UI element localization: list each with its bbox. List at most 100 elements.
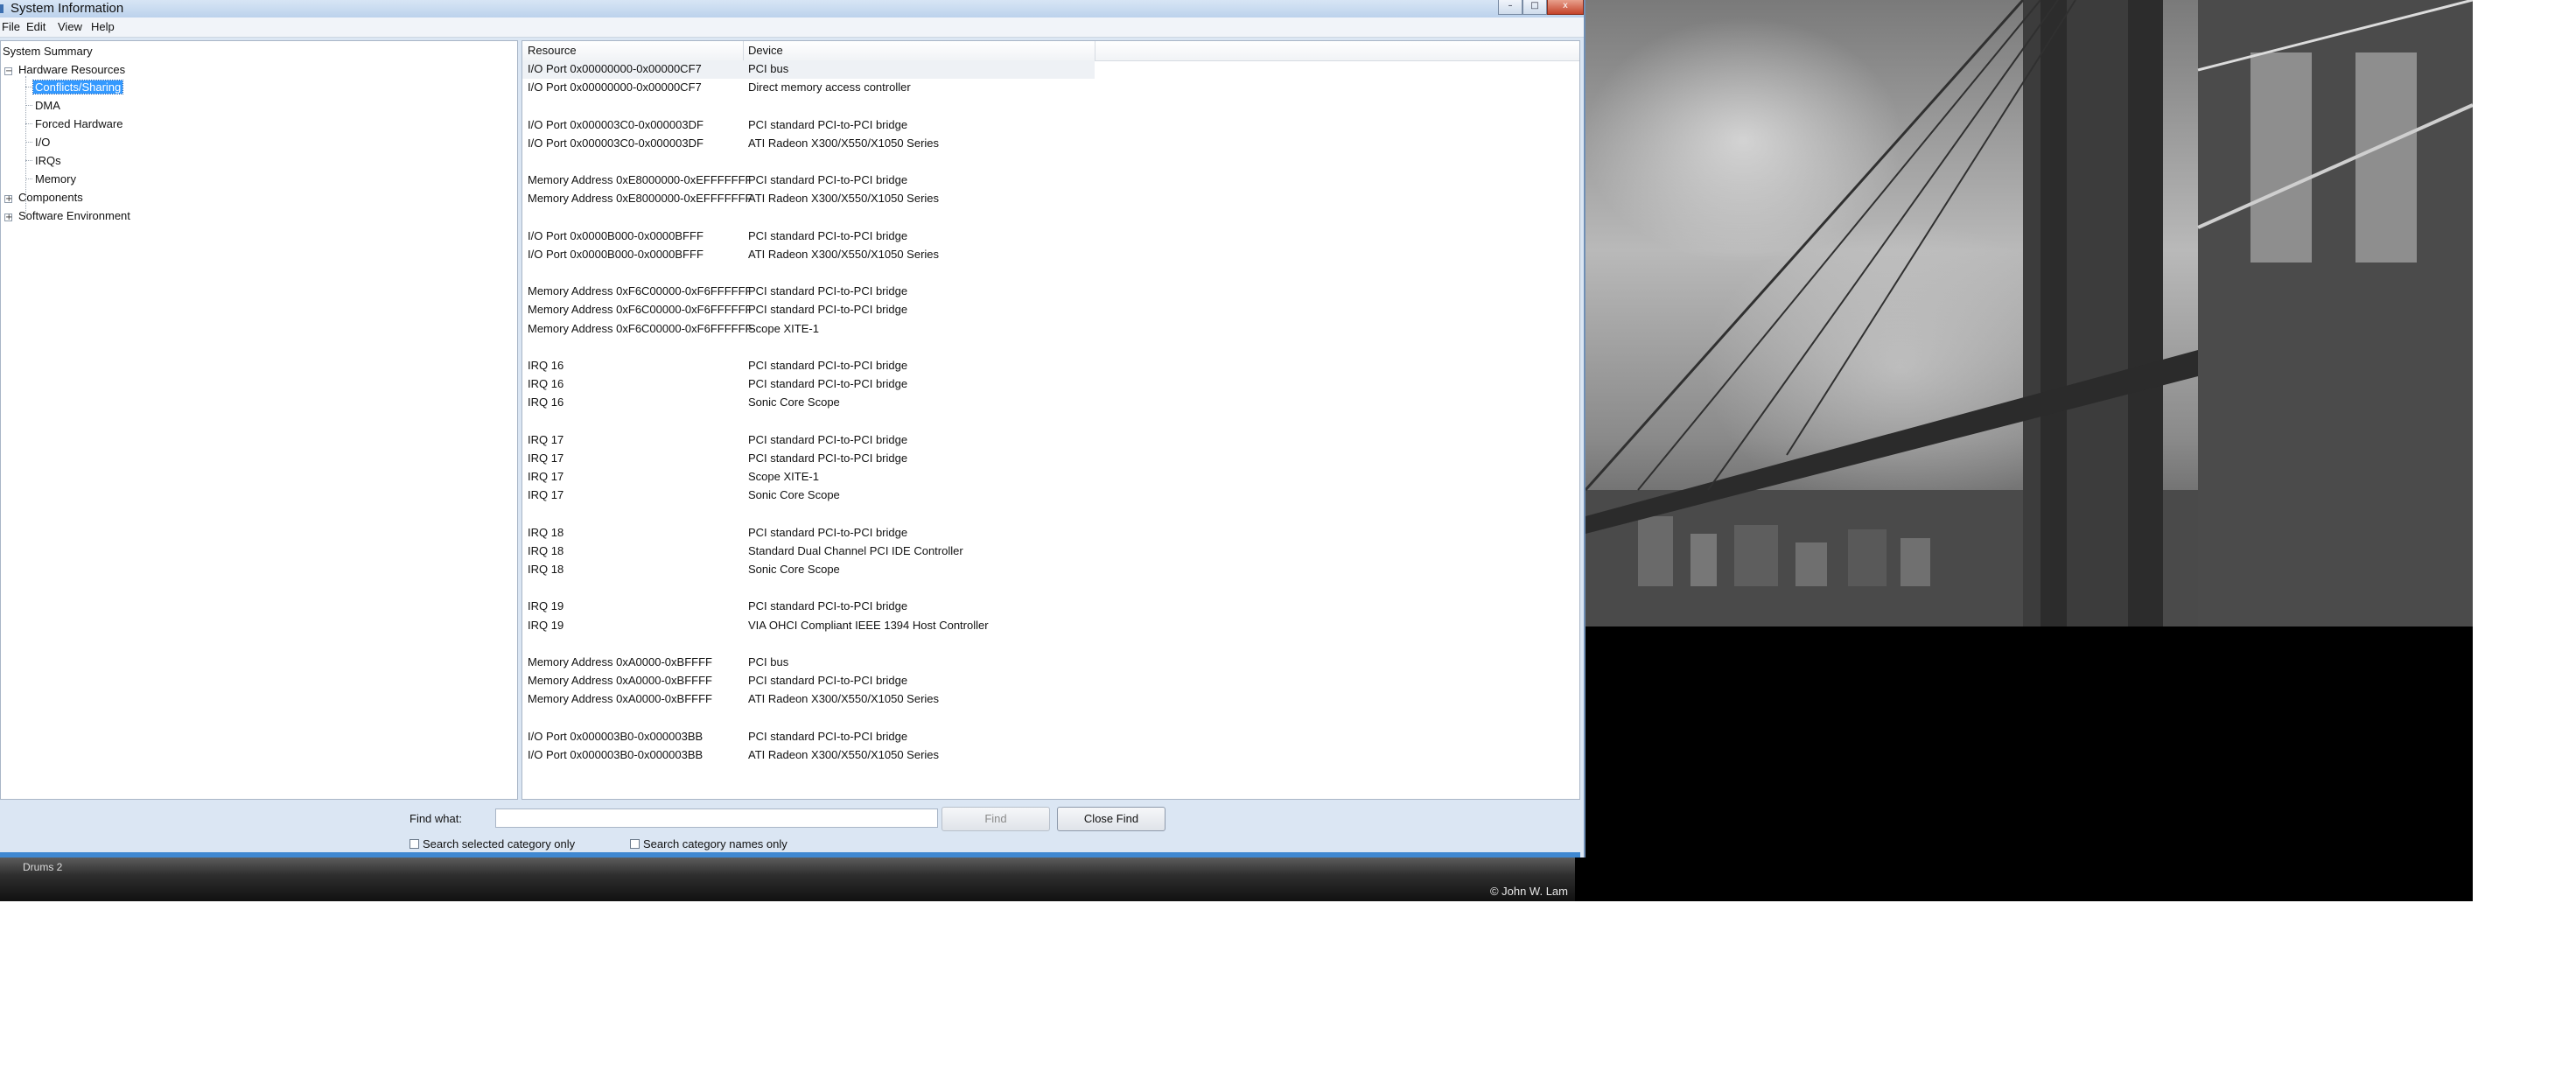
device-cell: ATI Radeon X300/X550/X1050 Series	[748, 192, 940, 206]
category-tree[interactable]: System Summary − Hardware Resources Conf…	[0, 40, 518, 800]
table-row[interactable]: IRQ 16 Sonic Core Scope	[522, 394, 1579, 412]
table-row[interactable]: IRQ 18 PCI standard PCI-to-PCI bridge	[522, 524, 1579, 542]
table-row[interactable]: IRQ 18 Standard Dual Channel PCI IDE Cont…	[522, 542, 1579, 561]
menu-bar: File Edit View Help	[0, 18, 1584, 38]
table-row[interactable]: IRQ 18 Sonic Core Scope	[522, 561, 1579, 579]
table-row[interactable]	[522, 264, 1579, 283]
menu-help[interactable]: Help	[91, 20, 115, 33]
app-icon	[0, 4, 4, 13]
device-cell: Sonic Core Scope	[748, 563, 840, 577]
resource-cell: Memory Address 0xE8000000-0xEFFFFFFF	[528, 192, 752, 206]
search-selected-category-checkbox[interactable]: Search selected category only	[410, 837, 575, 850]
table-row[interactable]: IRQ 16 PCI standard PCI-to-PCI bridge	[522, 357, 1579, 375]
resource-cell: Memory Address 0xF6C00000-0xF6FFFFFF	[528, 303, 752, 317]
minimize-button[interactable]: –	[1498, 0, 1522, 15]
find-input[interactable]	[495, 808, 938, 828]
table-row[interactable]: I/O Port 0x000003C0-0x000003DF PCI standa…	[522, 116, 1579, 135]
checkbox-icon[interactable]	[630, 839, 640, 849]
expand-icon[interactable]: +	[4, 195, 12, 204]
table-row[interactable]	[522, 97, 1579, 116]
table-row[interactable]	[522, 153, 1579, 172]
tree-connector	[25, 105, 32, 106]
menu-file[interactable]: File	[2, 20, 20, 33]
device-cell: PCI bus	[748, 655, 789, 668]
table-row[interactable]: IRQ 19 VIA OHCI Compliant IEEE 1394 Host …	[522, 617, 1579, 635]
table-row[interactable]: IRQ 19 PCI standard PCI-to-PCI bridge	[522, 598, 1579, 616]
expand-icon[interactable]: +	[4, 214, 12, 222]
table-row[interactable]: Memory Address 0xF6C00000-0xF6FFFFFF Scop…	[522, 320, 1579, 339]
tree-item-forced-hardware[interactable]: Forced Hardware	[35, 117, 122, 130]
table-row[interactable]: Memory Address 0xA0000-0xBFFFF PCI bus	[522, 654, 1579, 672]
tree-item-memory[interactable]: Memory	[35, 172, 76, 186]
tree-item-components[interactable]: Components	[18, 191, 83, 204]
find-label: Find what:	[410, 812, 462, 825]
device-cell: PCI standard PCI-to-PCI bridge	[748, 451, 908, 465]
window-controls: – □ x	[1498, 0, 1584, 15]
table-row[interactable]: I/O Port 0x000003C0-0x000003DF ATI Radeon…	[522, 135, 1579, 153]
device-cell: Sonic Core Scope	[748, 488, 840, 502]
table-row[interactable]	[522, 506, 1579, 524]
table-row[interactable]: IRQ 17 PCI standard PCI-to-PCI bridge	[522, 431, 1579, 450]
table-row[interactable]: I/O Port 0x0000B000-0x0000BFFF PCI standa…	[522, 228, 1579, 246]
resource-cell: IRQ 17	[528, 451, 564, 465]
table-row[interactable]: IRQ 17 Scope XITE-1	[522, 468, 1579, 486]
column-divider[interactable]	[1095, 41, 1096, 60]
table-row[interactable]: Memory Address 0xA0000-0xBFFFF PCI standa…	[522, 672, 1579, 690]
tree-item-dma[interactable]: DMA	[35, 99, 60, 112]
column-header-resource[interactable]: Resource	[528, 44, 577, 57]
tree-item-system-summary[interactable]: System Summary	[3, 45, 93, 58]
search-category-names-checkbox[interactable]: Search category names only	[630, 837, 788, 850]
table-row[interactable]: Memory Address 0xF6C00000-0xF6FFFFFF PCI …	[522, 301, 1579, 319]
table-row[interactable]	[522, 209, 1579, 228]
resource-cell: I/O Port 0x0000B000-0x0000BFFF	[528, 247, 704, 261]
tree-item-irqs[interactable]: IRQs	[35, 154, 61, 167]
device-cell: PCI standard PCI-to-PCI bridge	[748, 284, 908, 298]
resource-cell: IRQ 16	[528, 359, 564, 372]
table-row[interactable]: Memory Address 0xE8000000-0xEFFFFFFF ATI …	[522, 190, 1579, 208]
resource-cell: Memory Address 0xA0000-0xBFFFF	[528, 674, 712, 688]
column-divider[interactable]	[743, 41, 744, 60]
table-row[interactable]: IRQ 16 PCI standard PCI-to-PCI bridge	[522, 375, 1579, 394]
resource-cell: I/O Port 0x000003C0-0x000003DF	[528, 136, 704, 150]
title-bar[interactable]: System Information – □ x	[0, 0, 1584, 18]
device-cell: PCI standard PCI-to-PCI bridge	[748, 729, 908, 743]
table-row[interactable]	[522, 339, 1579, 357]
table-row[interactable]: I/O Port 0x000003B0-0x000003BB ATI Radeon…	[522, 746, 1579, 765]
table-row[interactable]: Memory Address 0xF6C00000-0xF6FFFFFF PCI …	[522, 283, 1579, 301]
close-find-button[interactable]: Close Find	[1057, 807, 1166, 831]
search-category-names-label: Search category names only	[643, 837, 788, 850]
tree-connector	[25, 123, 32, 124]
menu-edit[interactable]: Edit	[26, 20, 46, 33]
table-row[interactable]: I/O Port 0x000003B0-0x000003BB PCI standa…	[522, 728, 1579, 746]
find-button[interactable]: Find	[942, 807, 1050, 831]
device-cell: ATI Radeon X300/X550/X1050 Series	[748, 747, 940, 761]
desktop-wallpaper	[1586, 0, 2473, 626]
table-row[interactable]	[522, 413, 1579, 431]
resource-list[interactable]: Resource Device I/O Port 0x00000000-0x00…	[522, 40, 1580, 800]
table-row[interactable]: Memory Address 0xE8000000-0xEFFFFFFF PCI …	[522, 172, 1579, 190]
column-header-device[interactable]: Device	[748, 44, 783, 57]
device-cell: PCI standard PCI-to-PCI bridge	[748, 228, 908, 242]
checkbox-icon[interactable]	[410, 839, 419, 849]
table-row[interactable]: I/O Port 0x00000000-0x00000CF7 Direct mem…	[522, 79, 1579, 97]
device-cell: ATI Radeon X300/X550/X1050 Series	[748, 136, 940, 150]
tree-connector	[25, 178, 32, 179]
table-row[interactable]	[522, 635, 1579, 654]
table-row[interactable]	[522, 710, 1579, 728]
close-button[interactable]: x	[1547, 0, 1584, 15]
resource-cell: Memory Address 0xF6C00000-0xF6FFFFFF	[528, 284, 752, 298]
photo-credit: © John W. Lam	[1489, 885, 1568, 898]
collapse-icon[interactable]: −	[4, 67, 12, 76]
table-row[interactable]: IRQ 17 Sonic Core Scope	[522, 486, 1579, 505]
tree-item-io[interactable]: I/O	[35, 136, 50, 149]
tree-item-conflicts-sharing[interactable]: Conflicts/Sharing	[32, 80, 124, 94]
table-row[interactable]: I/O Port 0x0000B000-0x0000BFFF ATI Radeon…	[522, 246, 1579, 264]
menu-view[interactable]: View	[58, 20, 82, 33]
table-row[interactable]: IRQ 17 PCI standard PCI-to-PCI bridge	[522, 450, 1579, 468]
table-row[interactable]: I/O Port 0x00000000-0x00000CF7 PCI bus	[522, 60, 1095, 80]
tree-item-hardware-resources[interactable]: Hardware Resources	[18, 63, 125, 76]
table-row[interactable]	[522, 579, 1579, 598]
table-row[interactable]: Memory Address 0xA0000-0xBFFFF ATI Radeon…	[522, 690, 1579, 709]
tree-item-software-environment[interactable]: Software Environment	[18, 209, 130, 222]
maximize-button[interactable]: □	[1522, 0, 1547, 15]
